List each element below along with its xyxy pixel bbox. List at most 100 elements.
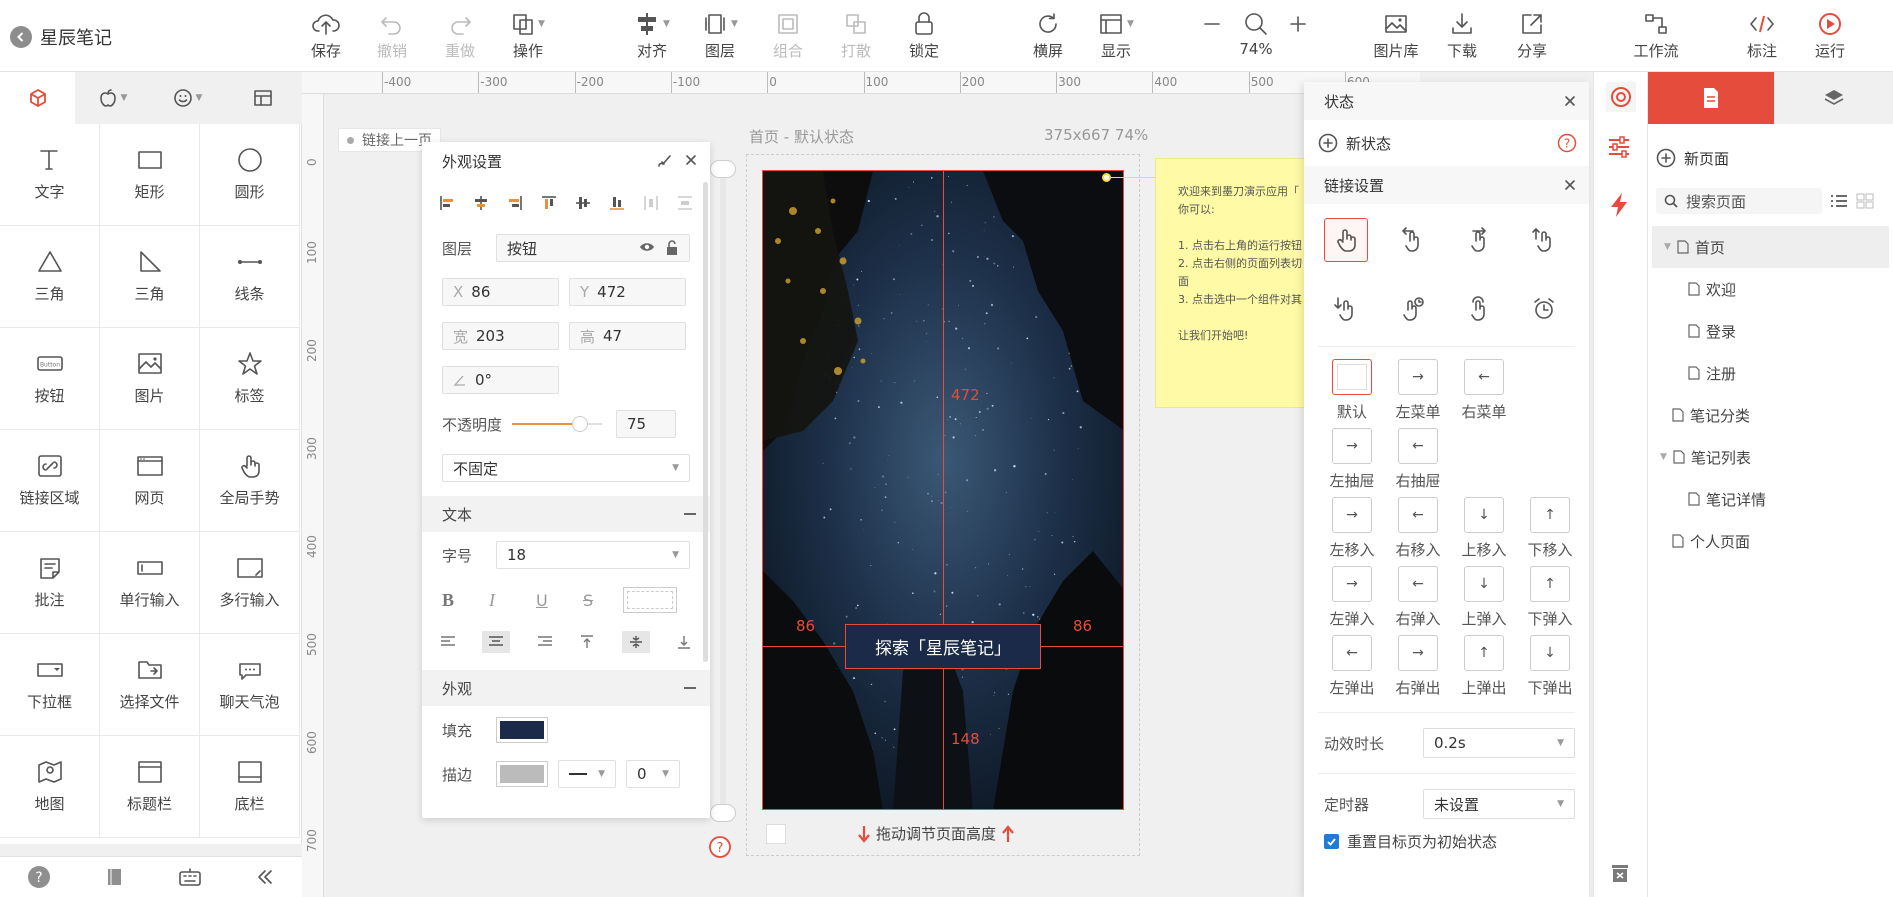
display-button[interactable]: ▼ 显示 [1086, 8, 1146, 61]
lock-button[interactable]: 锁定 [894, 8, 954, 61]
help-icon[interactable]: ? [26, 864, 52, 890]
new-page-button[interactable]: 新页面 [1648, 124, 1893, 176]
settings-sliders-button[interactable] [1606, 134, 1632, 160]
gesture-timer-button[interactable] [1522, 287, 1566, 331]
component-line[interactable]: 线条 [200, 226, 300, 328]
close-icon[interactable] [1563, 178, 1577, 192]
gesture-double-tap-button[interactable] [1456, 287, 1500, 331]
font-size-select[interactable]: 18 ▼ [496, 541, 690, 569]
align-right-icon[interactable] [506, 194, 524, 212]
component-webpage[interactable]: 网页 [100, 430, 200, 532]
page-tree-item[interactable]: 笔记分类 [1648, 394, 1893, 436]
annotate-button[interactable]: 标注 [1732, 8, 1792, 61]
component-text[interactable]: 文字 [0, 124, 100, 226]
transition-option[interactable]: 默认 [1319, 359, 1385, 422]
share-button[interactable]: 分享 [1502, 8, 1562, 61]
opacity-knob[interactable] [571, 416, 588, 432]
page-tree-item[interactable]: 个人页面 [1648, 520, 1893, 562]
page-tree-item[interactable]: 注册 [1648, 352, 1893, 394]
unlock-icon[interactable] [665, 240, 679, 256]
component-folder[interactable]: 选择文件 [100, 634, 200, 736]
list-view-icon[interactable] [1830, 193, 1848, 209]
drag-height-hint[interactable]: 拖动调节页面高度 [858, 823, 1014, 844]
run-button[interactable]: 运行 [1800, 8, 1860, 61]
component-circle[interactable]: 圆形 [200, 124, 300, 226]
component-rectangle[interactable]: 矩形 [100, 124, 200, 226]
text-section-header[interactable]: 文本 [422, 496, 710, 532]
collapse-icon[interactable] [254, 866, 276, 888]
tab-ios-components[interactable]: ▼ [75, 72, 150, 124]
download-button[interactable]: 下载 [1432, 8, 1492, 61]
opacity-field[interactable]: 75 [616, 410, 677, 438]
transition-option[interactable]: ↓ 下弹出 [1517, 635, 1583, 698]
workflow-button[interactable]: 工作流 [1626, 8, 1686, 61]
distribute-h-icon[interactable] [642, 194, 660, 212]
page-tree-item[interactable]: 登录 [1648, 310, 1893, 352]
zoom-control[interactable]: 74% [1226, 8, 1286, 58]
component-image[interactable]: 图片 [100, 328, 200, 430]
component-gesture[interactable]: 全局手势 [200, 430, 300, 532]
app-brand[interactable]: 星辰笔记 [10, 24, 112, 50]
valign-top-icon[interactable] [579, 635, 595, 649]
transition-option[interactable]: ↓ 上弹入 [1451, 566, 1517, 629]
valign-middle-button[interactable] [621, 631, 650, 653]
x-field[interactable]: X 86 [442, 278, 559, 306]
back-icon[interactable] [10, 26, 32, 48]
tab-emoji-components[interactable]: ▼ [150, 72, 225, 124]
gesture-tap-button[interactable] [1324, 218, 1368, 262]
gallery-button[interactable]: 图片库 [1366, 8, 1426, 61]
gesture-swipe-left-button[interactable] [1390, 218, 1434, 262]
panel-scrollbar[interactable] [703, 182, 708, 662]
rotation-field[interactable]: 0° [442, 366, 559, 394]
layer-button[interactable]: ▼ 图层 [690, 8, 750, 61]
book-icon[interactable] [104, 866, 126, 888]
explore-button[interactable]: 探索「星辰笔记」 [845, 624, 1041, 669]
collapse-minus-icon[interactable] [684, 687, 696, 689]
style-section-header[interactable]: 外观 [422, 670, 710, 706]
transition-option[interactable]: ← 左弹出 [1319, 635, 1385, 698]
height-field[interactable]: 高 47 [569, 322, 686, 350]
component-titlebar[interactable]: 标题栏 [100, 736, 200, 838]
group-button[interactable]: 组合 [758, 8, 818, 61]
interaction-button[interactable] [1608, 192, 1630, 218]
transition-option[interactable]: ← 右抽屉 [1385, 428, 1451, 491]
component-bottombar[interactable]: 底栏 [200, 736, 300, 838]
component-star[interactable]: 标签 [200, 328, 300, 430]
eye-icon[interactable] [639, 240, 655, 254]
component-note[interactable]: 批注 [0, 532, 100, 634]
tab-layout-components[interactable] [225, 72, 300, 124]
zoom-in-icon[interactable] [1288, 14, 1308, 34]
new-state-button[interactable]: 新状态 [1318, 133, 1391, 154]
collapse-minus-icon[interactable] [684, 513, 696, 515]
text-align-center-button[interactable] [482, 631, 511, 653]
opacity-slider[interactable] [512, 416, 603, 432]
tab-layers[interactable] [1774, 72, 1893, 124]
transition-option[interactable]: ↓ 上移入 [1451, 497, 1517, 560]
align-vcenter-icon[interactable] [574, 194, 592, 212]
transition-option[interactable]: ↑ 下移入 [1517, 497, 1583, 560]
component-input[interactable]: 单行输入 [100, 532, 200, 634]
stroke-style-select[interactable]: ▼ [558, 760, 616, 788]
close-icon[interactable] [684, 153, 698, 167]
align-hcenter-icon[interactable] [472, 194, 490, 212]
transition-option[interactable]: → 左抽屉 [1319, 428, 1385, 491]
duration-select[interactable]: 0.2s ▼ [1423, 728, 1575, 758]
page-tree-item[interactable]: 欢迎 [1648, 268, 1893, 310]
zoom-out-icon[interactable] [1202, 14, 1222, 34]
stroke-color-picker[interactable] [496, 761, 548, 787]
component-right-triangle[interactable]: 三角 [100, 226, 200, 328]
gesture-long-press-button[interactable] [1390, 287, 1434, 331]
target-button[interactable] [1606, 82, 1636, 112]
transition-option[interactable]: → 左弹入 [1319, 566, 1385, 629]
sticky-note[interactable]: 欢迎来到墨刀演示应用「 你可以: 1. 点击右上角的运行按钮 2. 点击右侧的页… [1155, 158, 1305, 408]
distribute-v-icon[interactable] [676, 194, 694, 212]
valign-bottom-icon[interactable] [676, 635, 692, 649]
operate-button[interactable]: ▼ 操作 [498, 8, 558, 61]
canvas-help-icon[interactable]: ? [708, 835, 732, 859]
transition-option[interactable]: ← 右移入 [1385, 497, 1451, 560]
strikethrough-icon[interactable]: S [583, 591, 623, 610]
align-button[interactable]: ▼ 对齐 [622, 8, 682, 61]
page-tree-item[interactable]: 笔记详情 [1648, 478, 1893, 520]
align-bottom-icon[interactable] [608, 194, 626, 212]
italic-icon[interactable]: I [489, 590, 536, 611]
